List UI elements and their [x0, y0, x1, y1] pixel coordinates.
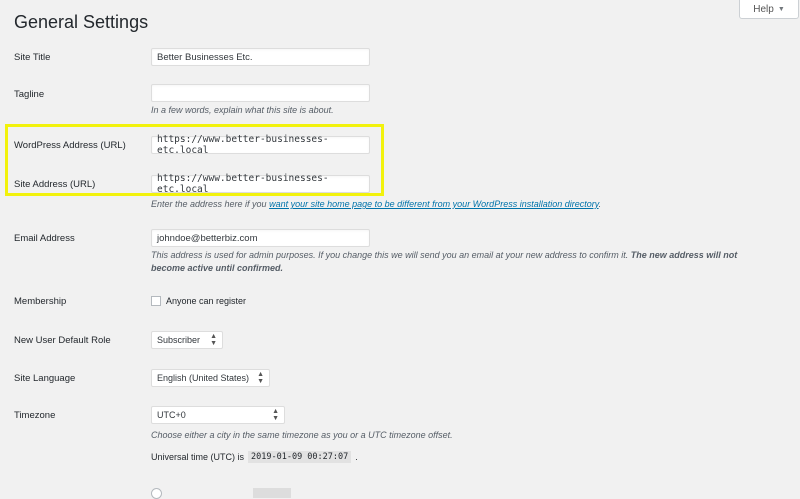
wordpress-address-label: WordPress Address (URL)	[14, 140, 126, 151]
timezone-value: UTC+0	[157, 410, 186, 420]
date-format-sample	[253, 488, 291, 498]
site-language-select[interactable]: English (United States) ▲ ▼	[151, 369, 270, 387]
site-language-label: Site Language	[14, 373, 76, 384]
anyone-can-register-checkbox[interactable]	[151, 296, 161, 306]
utc-label: Universal time (UTC) is	[151, 452, 245, 462]
email-description: This address is used for admin purposes.…	[151, 249, 771, 275]
utc-suffix: .	[355, 452, 358, 462]
site-title-label: Site Title	[14, 52, 51, 63]
utc-time-value: 2019-01-09 00:27:07	[248, 451, 352, 463]
site-language-value: English (United States)	[157, 373, 250, 383]
select-arrows-icon: ▲ ▼	[257, 371, 264, 385]
utc-time-line: Universal time (UTC) is 2019-01-09 00:27…	[151, 451, 358, 463]
site-address-input[interactable]: https://www.better-businesses-etc.local	[151, 173, 370, 195]
tagline-description: In a few words, explain what this site i…	[151, 105, 334, 115]
membership-label: Membership	[14, 296, 67, 307]
tagline-input[interactable]	[151, 84, 370, 102]
site-address-desc-text: Enter the address here if you	[151, 199, 270, 209]
email-desc-text: This address is used for admin purposes.…	[151, 250, 631, 260]
wordpress-address-input[interactable]: https://www.better-businesses-etc.local	[151, 134, 370, 156]
select-arrows-icon: ▲ ▼	[272, 408, 279, 422]
help-button[interactable]: Help ▼	[739, 0, 799, 19]
help-label: Help	[753, 3, 774, 15]
anyone-can-register-label[interactable]: Anyone can register	[166, 296, 246, 306]
site-address-label: Site Address (URL)	[14, 179, 96, 190]
email-label: Email Address	[14, 233, 75, 244]
timezone-description: Choose either a city in the same timezon…	[151, 430, 453, 440]
site-address-help-link[interactable]: want your site home page to be different…	[269, 199, 598, 209]
default-role-select[interactable]: Subscriber ▲ ▼	[151, 331, 223, 349]
email-input[interactable]: johndoe@betterbiz.com	[151, 229, 370, 247]
site-address-desc-end: .	[598, 199, 602, 209]
default-role-value: Subscriber	[157, 335, 201, 345]
site-address-description: Enter the address here if you want your …	[151, 198, 601, 211]
timezone-label: Timezone	[14, 410, 56, 421]
tagline-label: Tagline	[14, 89, 45, 100]
site-title-input[interactable]: Better Businesses Etc.	[151, 48, 370, 66]
caret-down-icon: ▼	[777, 5, 785, 13]
timezone-select[interactable]: UTC+0 ▲ ▼	[151, 406, 285, 424]
page-title: General Settings	[14, 12, 149, 32]
select-arrows-icon: ▲ ▼	[210, 333, 217, 347]
default-role-label: New User Default Role	[14, 335, 111, 346]
